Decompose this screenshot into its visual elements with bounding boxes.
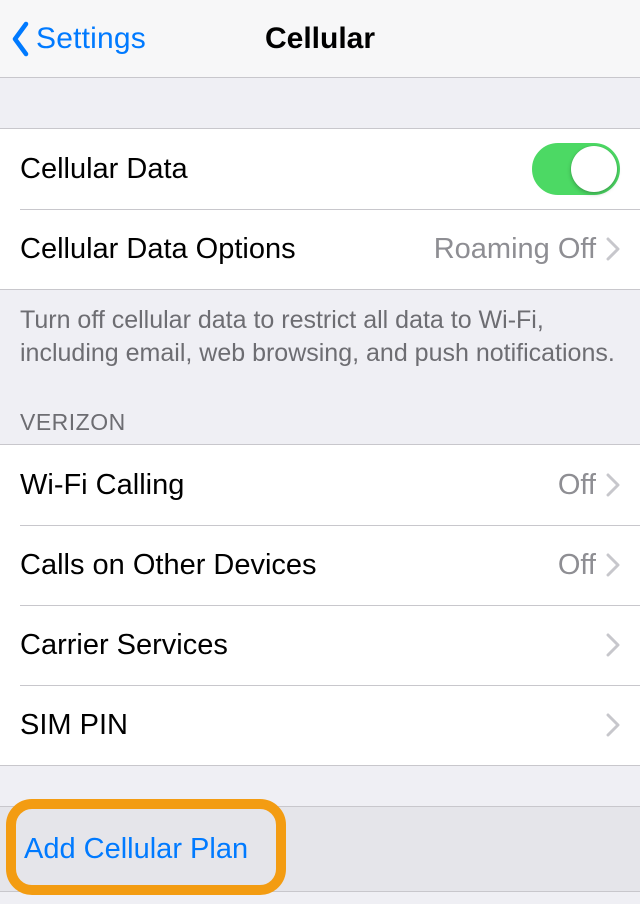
cellular-data-options-value: Roaming Off bbox=[434, 233, 596, 266]
nav-bar: Settings Cellular bbox=[0, 0, 640, 78]
section-header-verizon: VERIZON bbox=[0, 379, 640, 444]
group-footer-note: Turn off cellular data to restrict all d… bbox=[0, 290, 640, 379]
cellular-data-label: Cellular Data bbox=[20, 153, 188, 186]
row-cellular-data[interactable]: Cellular Data bbox=[0, 129, 640, 209]
row-calls-other-devices[interactable]: Calls on Other Devices Off bbox=[0, 525, 640, 605]
cellular-data-toggle[interactable] bbox=[532, 143, 620, 195]
row-wifi-calling[interactable]: Wi-Fi Calling Off bbox=[0, 445, 640, 525]
spacer bbox=[0, 78, 640, 128]
row-carrier-services[interactable]: Carrier Services bbox=[0, 605, 640, 685]
add-cellular-plan-label: Add Cellular Plan bbox=[0, 833, 272, 866]
spacer bbox=[0, 766, 640, 806]
chevron-right-icon bbox=[606, 553, 620, 577]
group-cellular: Cellular Data Cellular Data Options Roam… bbox=[0, 128, 640, 290]
chevron-right-icon bbox=[606, 237, 620, 261]
back-button[interactable]: Settings bbox=[0, 21, 146, 57]
row-sim-pin[interactable]: SIM PIN bbox=[0, 685, 640, 765]
wifi-calling-label: Wi-Fi Calling bbox=[20, 469, 184, 502]
calls-other-devices-label: Calls on Other Devices bbox=[20, 549, 317, 582]
carrier-services-label: Carrier Services bbox=[20, 629, 228, 662]
cellular-data-options-label: Cellular Data Options bbox=[20, 233, 296, 266]
chevron-left-icon bbox=[10, 21, 32, 57]
row-cellular-data-options[interactable]: Cellular Data Options Roaming Off bbox=[0, 209, 640, 289]
chevron-right-icon bbox=[606, 713, 620, 737]
wifi-calling-value: Off bbox=[558, 469, 596, 502]
chevron-right-icon bbox=[606, 473, 620, 497]
row-add-cellular-plan[interactable]: Add Cellular Plan bbox=[0, 806, 640, 892]
back-label: Settings bbox=[36, 22, 146, 56]
sim-pin-label: SIM PIN bbox=[20, 709, 128, 742]
group-verizon: Wi-Fi Calling Off Calls on Other Devices… bbox=[0, 444, 640, 766]
toggle-knob bbox=[571, 146, 617, 192]
calls-other-devices-value: Off bbox=[558, 549, 596, 582]
chevron-right-icon bbox=[606, 633, 620, 657]
